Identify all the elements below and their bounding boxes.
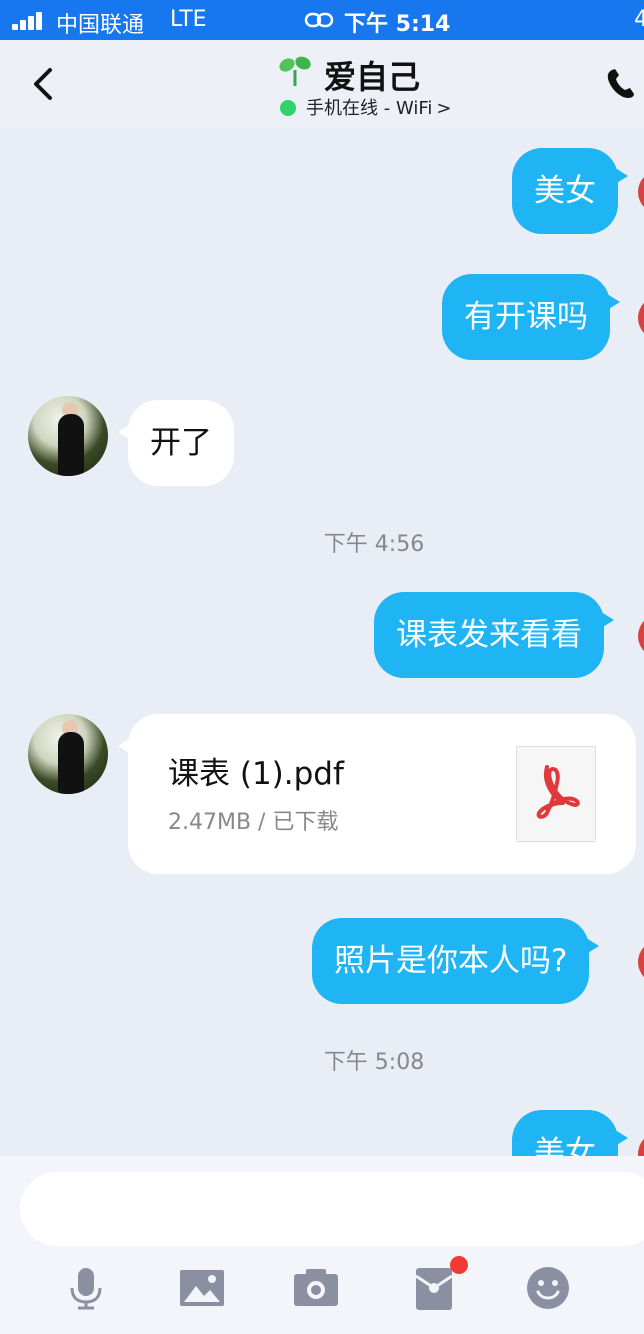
red-packet-button[interactable] — [410, 1256, 468, 1312]
presence-text: 手机在线 - WiFi — [306, 98, 433, 119]
back-arrow-icon[interactable] — [28, 66, 58, 102]
chevron-right-icon: > — [436, 98, 452, 119]
my-avatar[interactable] — [638, 940, 644, 984]
outgoing-message[interactable]: 美女 — [512, 148, 628, 234]
outgoing-message[interactable]: 美女 — [512, 1110, 628, 1156]
status-time: 下午 5:14 — [344, 12, 451, 37]
red-packet-icon — [415, 1268, 453, 1310]
microphone-icon[interactable] — [62, 1264, 110, 1312]
image-icon[interactable] — [178, 1264, 226, 1312]
file-size-status: 2.47MB / 已下载 — [168, 810, 339, 835]
chat-header: 爱自己 手机在线 - WiFi > — [0, 40, 644, 128]
my-avatar[interactable] — [638, 1132, 644, 1156]
incoming-message[interactable]: 开了 — [118, 400, 234, 486]
outgoing-message[interactable]: 有开课吗 — [442, 274, 620, 360]
online-dot-icon — [280, 100, 296, 116]
presence-status[interactable]: 手机在线 - WiFi > — [280, 94, 451, 120]
message-timestamp: 下午 4:56 — [323, 532, 425, 557]
outgoing-message[interactable]: 课表发来看看 — [374, 592, 614, 678]
network-type: LTE — [170, 7, 207, 32]
my-avatar[interactable] — [638, 170, 644, 214]
hotspot-link-icon — [304, 12, 334, 28]
contact-avatar[interactable] — [28, 396, 108, 476]
my-avatar[interactable] — [638, 296, 644, 340]
sprout-icon — [279, 56, 311, 86]
emoji-icon[interactable] — [524, 1264, 572, 1312]
chat-message-list[interactable]: 美女 有开课吗 开了 下午 4:56 课表发来看看 课表 (1).pdf 2.4… — [0, 128, 644, 1156]
pdf-file-icon — [516, 746, 596, 842]
battery-indicator: 4 — [634, 7, 644, 32]
message-input[interactable] — [20, 1172, 644, 1246]
status-bar: 中国联通 LTE 下午 5:14 4 — [0, 0, 644, 40]
my-avatar[interactable] — [638, 614, 644, 658]
input-panel — [0, 1156, 644, 1334]
contact-avatar[interactable] — [28, 714, 108, 794]
carrier-name: 中国联通 — [56, 13, 145, 38]
notification-badge — [450, 1256, 468, 1274]
file-name: 课表 (1).pdf — [168, 756, 344, 792]
contact-name: 爱自己 — [324, 58, 421, 96]
signal-strength-icon — [12, 10, 48, 30]
outgoing-message[interactable]: 照片是你本人吗? — [312, 918, 600, 1004]
phone-call-icon[interactable] — [604, 66, 644, 102]
file-message[interactable]: 课表 (1).pdf 2.47MB / 已下载 — [118, 714, 636, 874]
camera-icon[interactable] — [292, 1264, 340, 1312]
message-timestamp: 下午 5:08 — [323, 1050, 425, 1075]
